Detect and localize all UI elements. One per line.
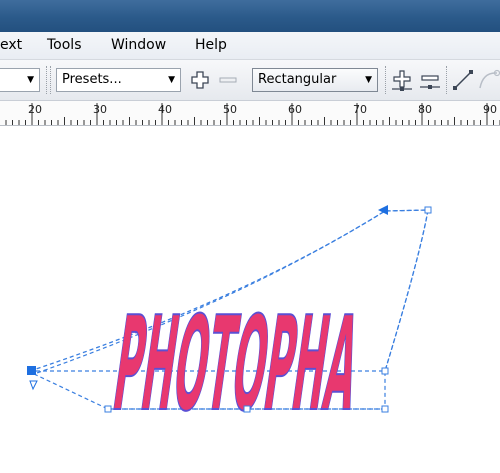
envelope-mode-dropdown[interactable]: Rectangular ▼ [252,68,378,92]
line-segment-icon [453,70,473,90]
control-handle-arrow[interactable] [378,205,388,215]
add-node-button[interactable] [390,68,414,92]
delete-node-icon [420,75,440,89]
control-handle-arrow[interactable] [29,380,38,391]
add-node-icon [392,70,412,91]
toolbar-grip[interactable] [46,66,49,94]
ruler-label: 90 [483,103,497,116]
remove-preset-button[interactable] [216,68,240,92]
distorted-text: PHOTOPHA [105,288,368,441]
dropdown-arrow-icon: ▼ [168,75,175,85]
curve-segment-icon [479,69,500,89]
envelope-node[interactable] [27,366,36,375]
to-curve-button[interactable] [477,68,500,92]
dropdown-arrow-icon: ▼ [365,75,372,85]
ruler-label: 60 [288,103,302,116]
minus-icon [219,77,237,83]
ruler-label: 80 [418,103,432,116]
envelope-node[interactable] [381,367,389,375]
toolbar-grip-4 [446,66,449,94]
menu-help[interactable]: Help [195,37,227,53]
toolbar-grip-3 [385,66,388,94]
ruler-label: 50 [223,103,237,116]
drawing-canvas[interactable]: PHOTOPHA [0,126,500,473]
envelope-mode-label: Rectangular [258,72,337,87]
envelope-node[interactable] [243,405,251,413]
menu-text[interactable]: ext [0,37,22,53]
delete-node-button[interactable] [418,68,442,92]
menu-tools[interactable]: Tools [47,37,82,53]
ruler-label: 20 [28,103,42,116]
envelope-node[interactable] [424,206,432,214]
ruler-label: 30 [93,103,107,116]
dropdown-arrow-icon: ▼ [27,75,34,85]
window-title-bar [0,0,500,32]
ruler-label: 70 [353,103,367,116]
presets-dropdown[interactable]: Presets... ▼ [56,68,181,92]
envelope-node[interactable] [381,405,389,413]
add-preset-button[interactable] [188,68,212,92]
to-line-button[interactable] [451,68,475,92]
plus-icon [191,71,209,89]
font-size-dropdown[interactable]: ▼ [0,68,40,92]
envelope-text: PHOTOPHA [106,289,367,440]
property-toolbar: ▼ Presets... ▼ Rectangular ▼ [0,60,500,101]
envelope-node[interactable] [104,405,112,413]
horizontal-ruler[interactable]: 20 30 40 50 60 70 80 90 [0,101,500,126]
menu-bar: ext Tools Window Help [0,32,500,60]
ruler-label: 40 [158,103,172,116]
envelope-artwork: PHOTOPHA [27,205,432,441]
menu-window[interactable]: Window [111,37,166,53]
toolbar-grip-2 [50,66,53,94]
presets-label: Presets... [62,72,122,87]
